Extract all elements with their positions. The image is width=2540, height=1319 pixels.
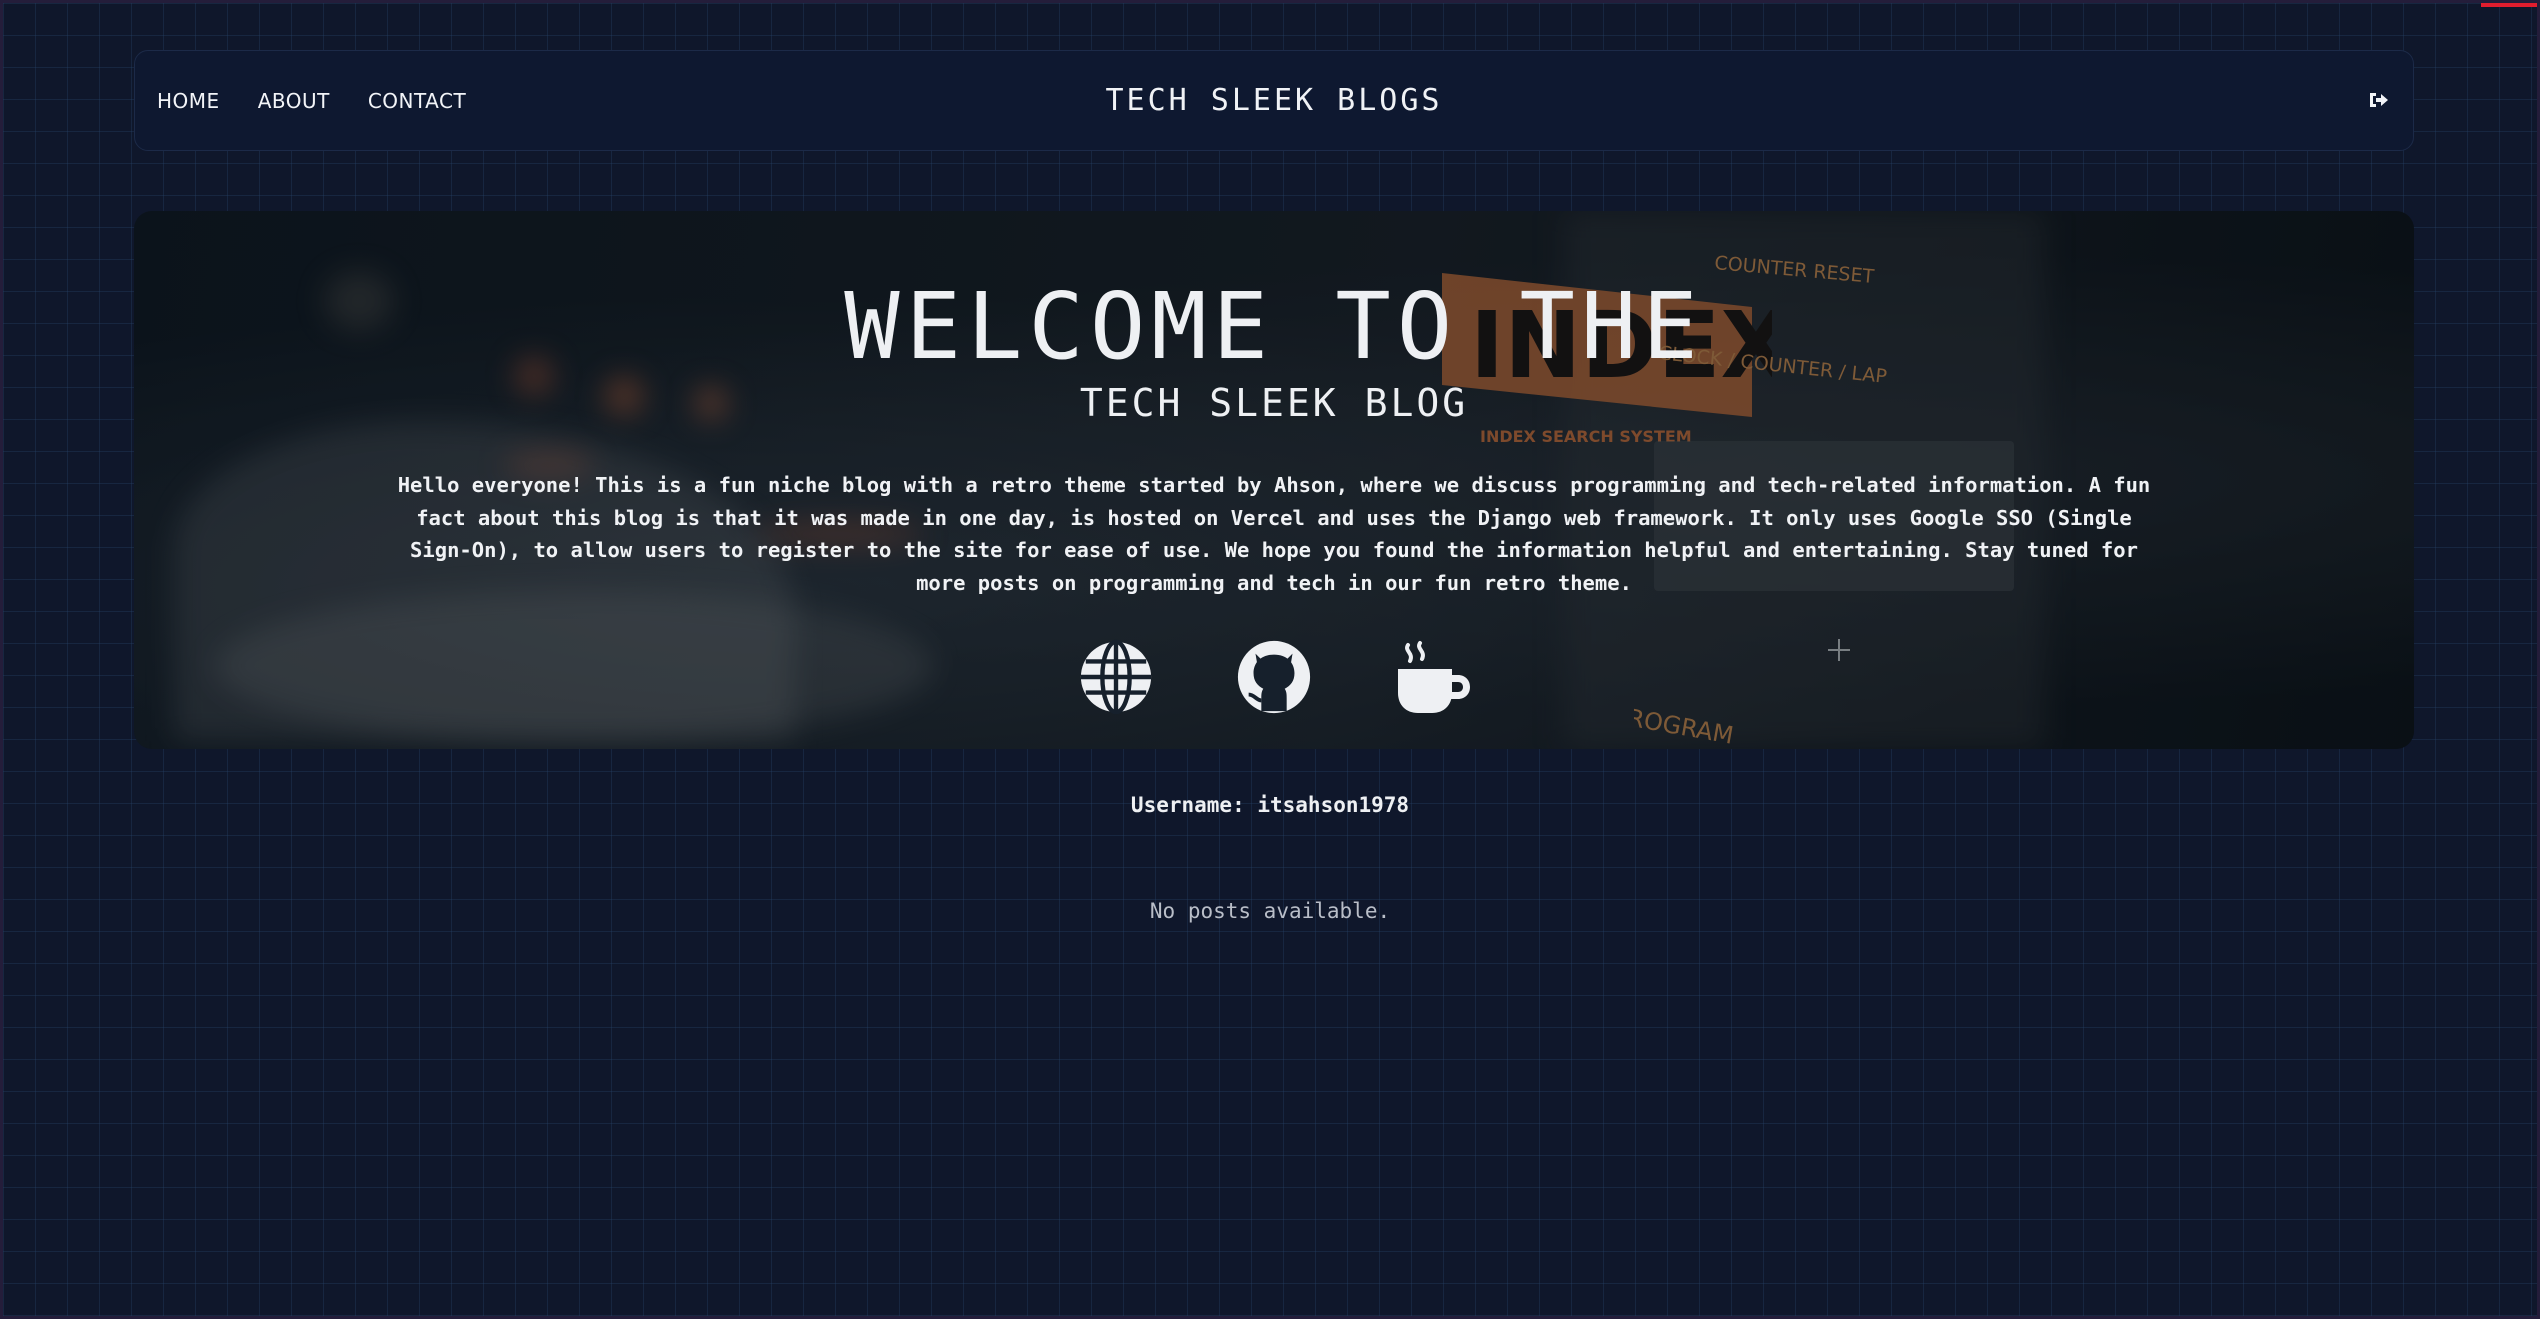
nav-home-link[interactable]: HOME bbox=[157, 89, 220, 113]
sign-out-icon bbox=[2370, 93, 2388, 107]
username-label: Username: itsahson1978 bbox=[1130, 793, 1410, 817]
nav-contact-link[interactable]: CONTACT bbox=[368, 89, 466, 113]
logout-button[interactable] bbox=[2363, 84, 2395, 116]
top-accent-bar bbox=[2481, 3, 2537, 7]
social-links bbox=[134, 637, 2414, 717]
nav-about-link[interactable]: ABOUT bbox=[258, 89, 330, 113]
no-posts-message: No posts available. bbox=[1149, 899, 1391, 923]
github-icon bbox=[1237, 640, 1311, 714]
github-link[interactable] bbox=[1234, 637, 1314, 717]
navbar: HOME ABOUT CONTACT TECH SLEEK BLOGS bbox=[134, 50, 2414, 151]
hero-title: WELCOME TO THE bbox=[844, 273, 1704, 380]
coffee-icon bbox=[1398, 641, 1470, 713]
hero-subtitle: TECH SLEEK BLOG bbox=[1079, 381, 1469, 425]
globe-icon bbox=[1080, 639, 1152, 715]
website-link[interactable] bbox=[1076, 637, 1156, 717]
site-brand: TECH SLEEK BLOGS bbox=[1105, 83, 1443, 118]
hero-content: WELCOME TO THE TECH SLEEK BLOG Hello eve… bbox=[134, 211, 2414, 749]
hero-description: Hello everyone! This is a fun niche blog… bbox=[397, 473, 2151, 595]
nav-links: HOME ABOUT CONTACT bbox=[157, 51, 466, 150]
hero-banner: INDEX INDEX SEARCH SYSTEM COUNTER RESET … bbox=[134, 211, 2414, 749]
buy-me-coffee-link[interactable] bbox=[1392, 637, 1472, 717]
